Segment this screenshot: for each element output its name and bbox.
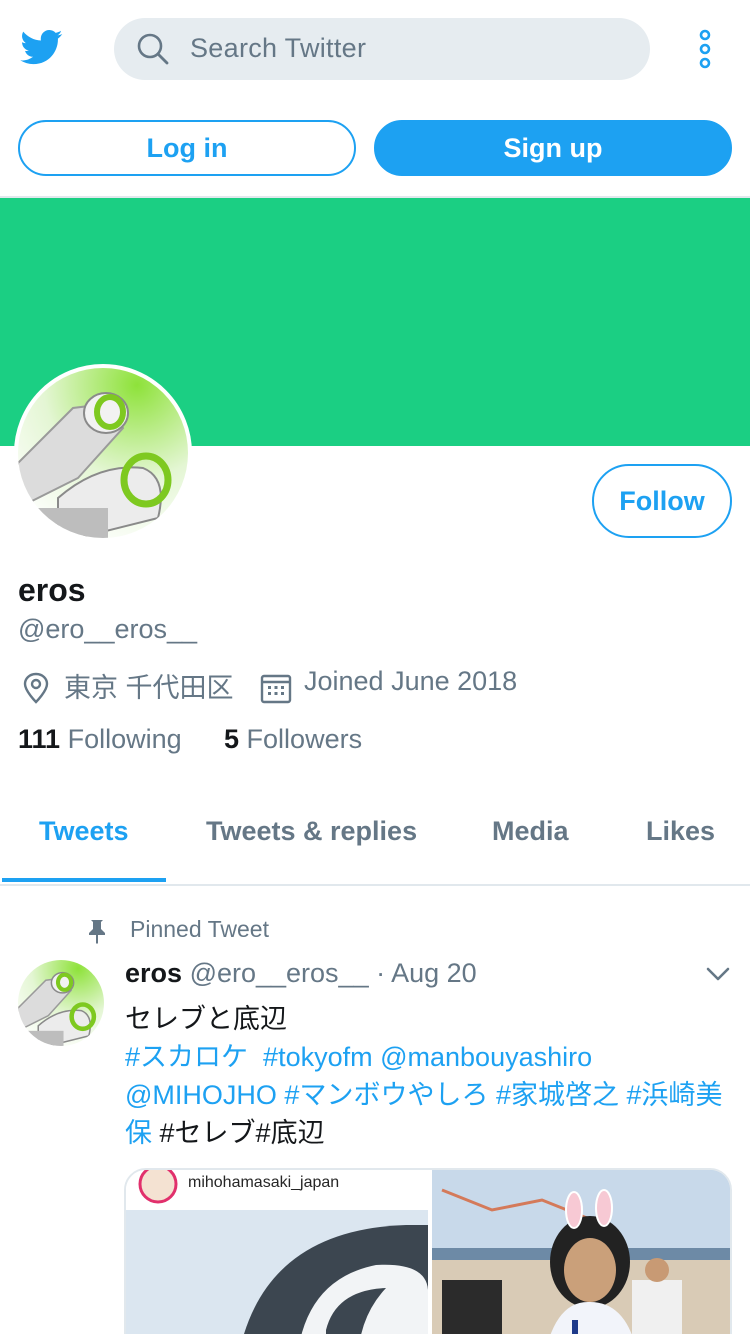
location-pin-icon — [23, 672, 49, 704]
tweet-date[interactable]: Aug 20 — [391, 958, 477, 988]
search-placeholder: Search Twitter — [190, 33, 367, 63]
hashtag-link[interactable]: #家城啓之 — [496, 1080, 619, 1110]
robot-avatar-image — [18, 960, 104, 1046]
profile-location: 東京 千代田区 — [64, 673, 234, 703]
active-tab-indicator — [2, 878, 166, 882]
hashtag-link[interactable]: #スカロケ — [125, 1042, 248, 1072]
tweet-separator: · — [376, 958, 386, 988]
top-bar: Search Twitter — [0, 0, 750, 100]
profile-joined-date: Joined June 2018 — [304, 666, 518, 696]
login-button[interactable]: Log in — [18, 120, 356, 176]
following-count: 111 — [18, 724, 61, 754]
tweet-header: eros @ero__eros__ · Aug 20 — [125, 958, 477, 989]
beach-photo-image — [432, 1170, 730, 1334]
search-input[interactable]: Search Twitter — [114, 18, 650, 80]
profile-handle: @ero__eros__ — [18, 614, 198, 644]
tweet-media[interactable]: mihohamasaki_japan — [124, 1168, 732, 1334]
twitter-bird-icon[interactable] — [18, 26, 66, 68]
tweet-hashtags: #スカロケ #tokyofm @manbouyashiro @MIHOJHO #… — [125, 1038, 735, 1152]
tab-media[interactable]: Media — [492, 816, 569, 847]
search-icon — [137, 33, 169, 65]
profile-tabs: Tweets Tweets & replies Media Likes — [0, 796, 750, 886]
tweet-author-name[interactable]: eros — [125, 958, 182, 988]
tweet-author-handle[interactable]: @ero__eros__ — [190, 958, 369, 988]
robot-avatar-image — [18, 368, 188, 538]
tweet-author-avatar[interactable] — [18, 960, 104, 1046]
followers-label: Followers — [246, 724, 363, 754]
following-label: Following — [67, 724, 182, 754]
pin-icon — [89, 920, 105, 944]
tab-tweets-and-replies[interactable]: Tweets & replies — [206, 816, 417, 847]
mention-link[interactable]: @MIHOJHO — [125, 1080, 277, 1110]
followers-count-link[interactable]: 5 Followers — [224, 724, 362, 755]
more-vertical-icon[interactable] — [694, 28, 716, 72]
hashtag-plain[interactable]: #底辺 — [256, 1118, 325, 1148]
tweet-text: セレブと底辺 #スカロケ #tokyofm @manbouyashiro @MI… — [125, 1000, 735, 1152]
profile-display-name: eros — [18, 572, 86, 608]
tweet-text-line: セレブと底辺 — [125, 1004, 287, 1034]
media-caption-username: mihohamasaki_japan — [188, 1174, 340, 1191]
media-photo-left[interactable]: mihohamasaki_japan — [126, 1170, 428, 1334]
hashtag-link[interactable]: #マンボウやしろ — [284, 1080, 488, 1110]
followers-count: 5 — [224, 724, 240, 754]
signup-button[interactable]: Sign up — [374, 120, 732, 176]
tab-tweets[interactable]: Tweets — [39, 816, 129, 847]
chevron-down-icon[interactable] — [704, 964, 732, 984]
following-count-link[interactable]: 111 Following — [18, 724, 182, 755]
follow-button[interactable]: Follow — [592, 464, 732, 538]
pinned-tweet-label: Pinned Tweet — [130, 916, 269, 942]
profile-avatar[interactable] — [14, 364, 192, 542]
instagram-screenshot-image — [126, 1170, 428, 1334]
calendar-icon — [260, 674, 292, 704]
mention-link[interactable]: @manbouyashiro — [380, 1042, 592, 1072]
hashtag-plain[interactable]: #セレブ — [160, 1118, 256, 1148]
tab-likes[interactable]: Likes — [646, 816, 715, 847]
hashtag-link[interactable]: #tokyofm — [263, 1042, 373, 1072]
media-photo-right[interactable] — [432, 1170, 730, 1334]
